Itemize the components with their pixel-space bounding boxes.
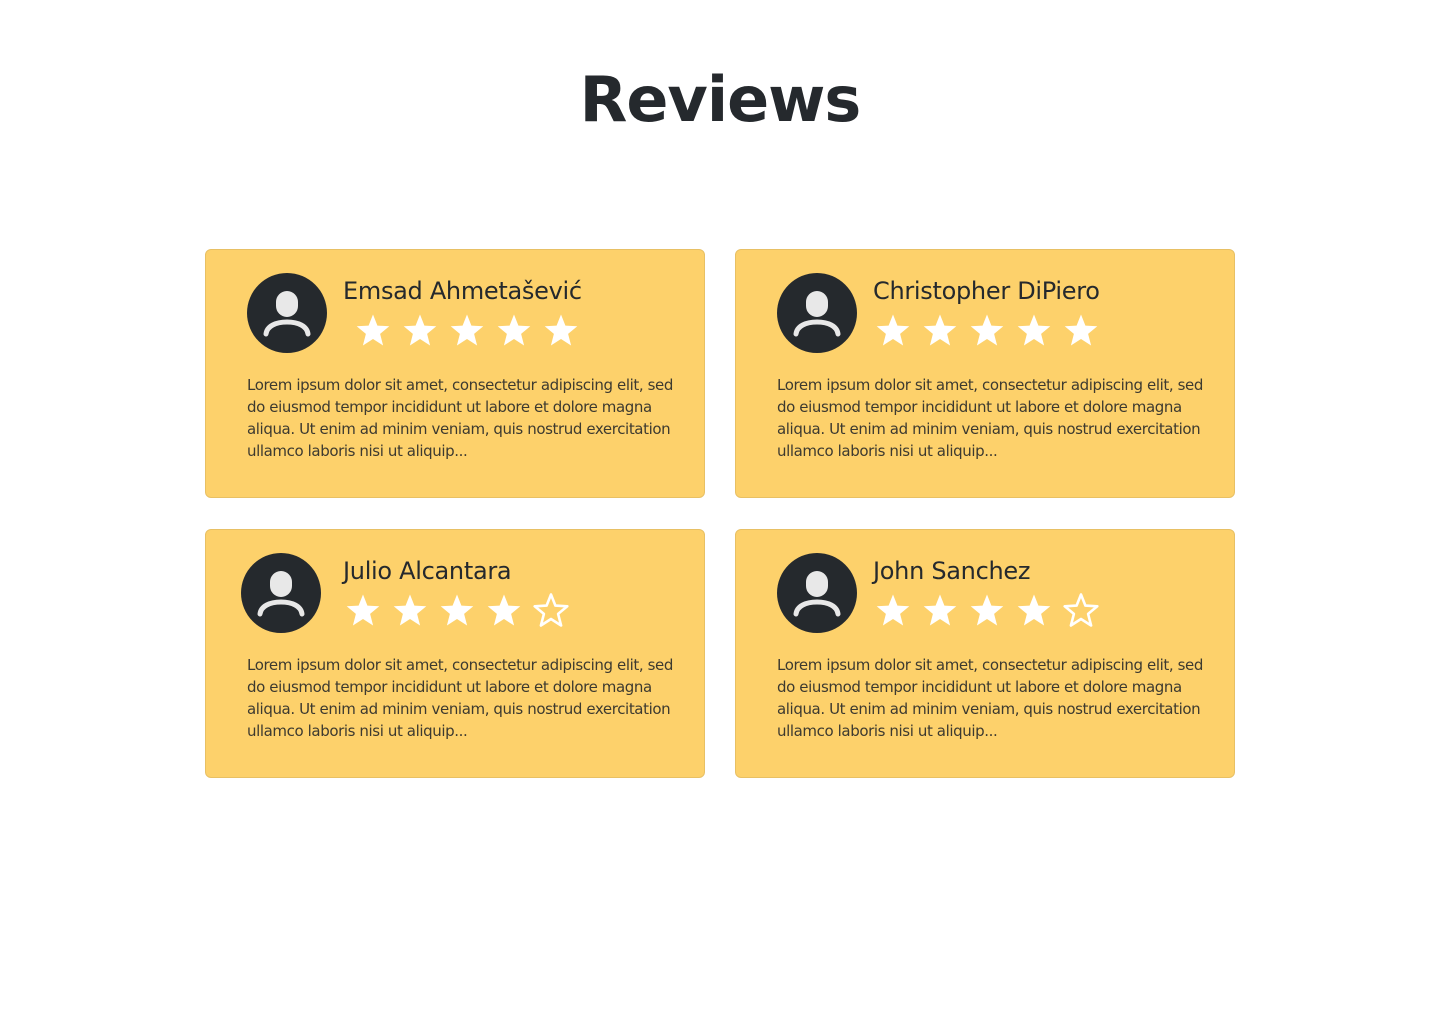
star-empty-icon [1063, 593, 1099, 627]
reviewer-name: Julio Alcantara [343, 557, 512, 585]
star-filled-icon [440, 594, 474, 626]
star-empty-icon [533, 593, 569, 627]
star-filled-icon [393, 594, 427, 626]
review-text: Lorem ipsum dolor sit amet, consectetur … [247, 376, 673, 460]
page-title: Reviews [579, 63, 862, 136]
user-avatar-icon [777, 273, 857, 353]
review-text: Lorem ipsum dolor sit amet, consectetur … [777, 656, 1203, 740]
reviews-grid: Emsad Ahmetašević Lorem ipsum dolor sit … [205, 249, 1235, 778]
star-rating [873, 591, 1101, 631]
review-card: Emsad Ahmetašević Lorem ipsum dolor sit … [205, 249, 705, 498]
star-filled-icon [356, 314, 390, 346]
star-filled-icon [1017, 594, 1051, 626]
star-filled-icon [923, 594, 957, 626]
star-filled-icon [487, 594, 521, 626]
reviewer-name: Emsad Ahmetašević [343, 277, 582, 305]
star-filled-icon [876, 594, 910, 626]
star-rating [353, 311, 581, 351]
star-filled-icon [970, 314, 1004, 346]
star-filled-icon [923, 314, 957, 346]
star-filled-icon [970, 594, 1004, 626]
star-filled-icon [450, 314, 484, 346]
star-rating [343, 591, 571, 631]
user-avatar-icon [241, 553, 321, 633]
star-filled-icon [1064, 314, 1098, 346]
review-text: Lorem ipsum dolor sit amet, consectetur … [247, 656, 673, 740]
star-filled-icon [544, 314, 578, 346]
review-text: Lorem ipsum dolor sit amet, consectetur … [777, 376, 1203, 460]
review-card: Christopher DiPiero Lorem ipsum dolor si… [735, 249, 1235, 498]
star-rating [873, 311, 1101, 351]
star-filled-icon [346, 594, 380, 626]
star-filled-icon [403, 314, 437, 346]
user-avatar-icon [777, 553, 857, 633]
user-avatar-icon [247, 273, 327, 353]
reviewer-name: John Sanchez [873, 557, 1031, 585]
star-filled-icon [876, 314, 910, 346]
review-card: John Sanchez Lorem ipsum dolor sit amet,… [735, 529, 1235, 778]
star-filled-icon [1017, 314, 1051, 346]
reviewer-name: Christopher DiPiero [873, 277, 1100, 305]
star-filled-icon [497, 314, 531, 346]
review-card: Julio Alcantara Lorem ipsum dolor sit am… [205, 529, 705, 778]
